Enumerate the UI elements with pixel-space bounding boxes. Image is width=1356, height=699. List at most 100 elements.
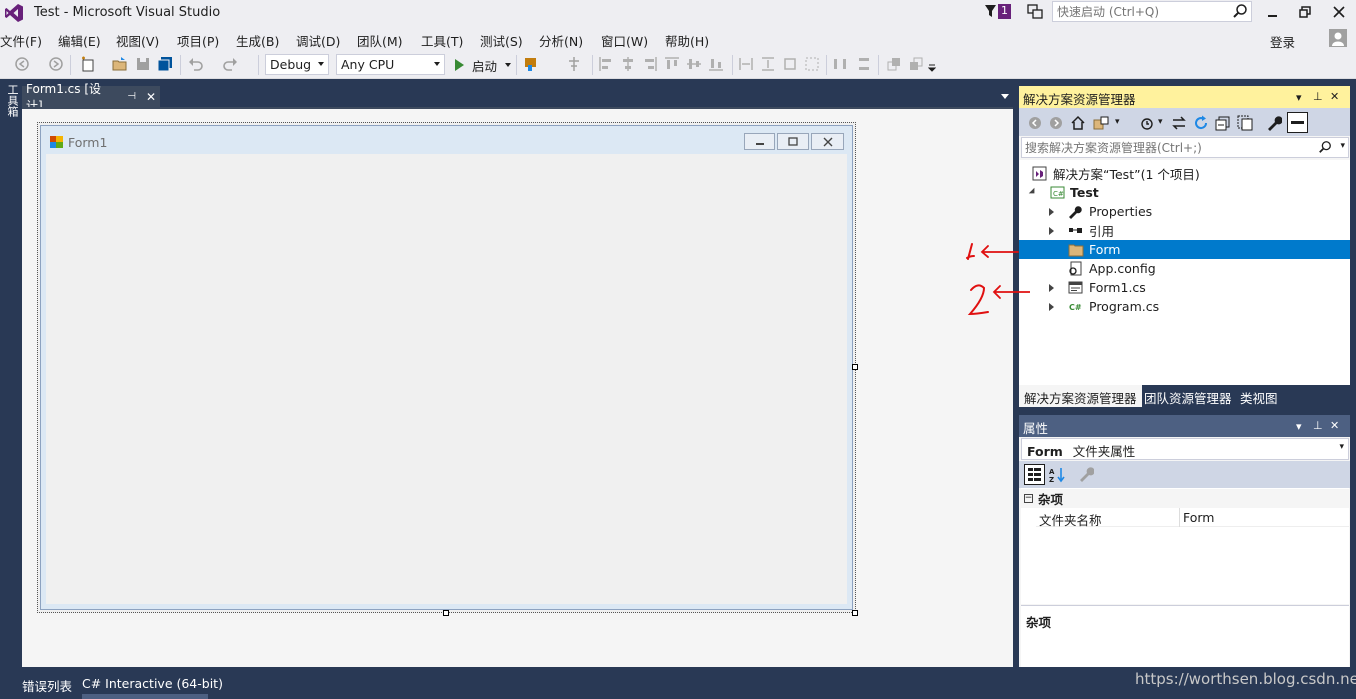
tree-item-app-config[interactable]: App.config <box>1019 259 1350 278</box>
alphabetical-sort-icon[interactable]: AZ <box>1048 466 1066 484</box>
menu-debug[interactable]: 调试(D) <box>296 31 340 50</box>
new-project-icon[interactable] <box>80 56 96 72</box>
toolbar-overflow-icon[interactable] <box>928 64 936 72</box>
collapsed-arrow-icon[interactable] <box>1049 284 1054 292</box>
menu-edit[interactable]: 编辑(E) <box>58 31 101 50</box>
menu-analyze[interactable]: 分析(N) <box>539 31 583 50</box>
forward-icon[interactable] <box>1048 115 1064 131</box>
chevron-down-icon[interactable]: ▾ <box>1115 117 1120 127</box>
preview-selected-items-button[interactable] <box>1287 112 1308 133</box>
solution-search-input[interactable] <box>1022 138 1322 157</box>
back-icon[interactable] <box>1027 115 1043 131</box>
align-lefts-icon[interactable] <box>598 56 614 72</box>
size-to-grid-icon[interactable] <box>804 56 820 72</box>
document-list-chevron-icon[interactable] <box>1001 94 1009 99</box>
pin-icon[interactable]: ⊥ <box>1313 419 1323 432</box>
align-rights-icon[interactable] <box>642 56 658 72</box>
toolbox-tab[interactable]: 工具箱 <box>0 84 20 117</box>
document-tab-form1-designer[interactable]: Form1.cs [设计] ⊣ ✕ <box>22 82 160 113</box>
solution-platform-select[interactable]: Any CPU <box>336 54 445 75</box>
category-misc[interactable]: − 杂项 <box>1021 489 1349 508</box>
menu-file[interactable]: 文件(F) <box>0 31 42 50</box>
open-file-icon[interactable] <box>112 56 128 72</box>
make-same-size-icon[interactable] <box>782 56 798 72</box>
tab-csharp-interactive[interactable]: C# Interactive (64-bit) <box>82 674 223 693</box>
align-centers-icon[interactable] <box>620 56 636 72</box>
tab-class-view[interactable]: 类视图 <box>1235 385 1283 407</box>
save-icon[interactable] <box>135 56 151 72</box>
navigate-forward-icon[interactable] <box>48 56 64 72</box>
sync-with-document-icon[interactable] <box>1171 115 1187 131</box>
align-bottoms-icon[interactable] <box>708 56 724 72</box>
navigate-back-icon[interactable] <box>14 56 30 72</box>
tree-item-references[interactable]: 引用 <box>1019 221 1350 240</box>
align-tops-icon[interactable] <box>664 56 680 72</box>
collapse-icon[interactable]: − <box>1024 494 1033 503</box>
form-maximize-button[interactable] <box>777 133 809 150</box>
tab-error-list[interactable]: 错误列表 <box>22 674 72 697</box>
form-minimize-button[interactable] <box>744 133 775 150</box>
minimize-button[interactable] <box>1256 2 1290 22</box>
menu-test[interactable]: 测试(S) <box>480 31 523 50</box>
resize-handle-bottom[interactable] <box>443 610 449 616</box>
menu-build[interactable]: 生成(B) <box>236 31 279 50</box>
expanded-arrow-icon[interactable] <box>1028 187 1038 197</box>
align-middles-icon[interactable] <box>686 56 702 72</box>
object-selector[interactable]: Form 文件夹属性 ▾ <box>1021 438 1349 460</box>
sign-in-link[interactable]: 登录 <box>1270 32 1295 51</box>
panel-menu-chevron-icon[interactable]: ▾ <box>1296 420 1302 433</box>
tab-team-explorer[interactable]: 团队资源管理器 <box>1139 385 1237 407</box>
pin-icon[interactable]: ⊣ <box>127 91 136 102</box>
search-options-chevron-icon[interactable]: ▾ <box>1340 141 1345 151</box>
account-icon[interactable] <box>1329 29 1347 47</box>
make-same-width-icon[interactable] <box>738 56 754 72</box>
collapse-all-icon[interactable] <box>1215 115 1231 131</box>
collapsed-arrow-icon[interactable] <box>1049 227 1054 235</box>
menu-team[interactable]: 团队(M) <box>357 31 403 50</box>
resize-handle-corner[interactable] <box>852 610 858 616</box>
quick-launch-box[interactable] <box>1052 1 1252 22</box>
close-panel-icon[interactable]: ✕ <box>1330 419 1339 432</box>
tree-item-form-folder[interactable]: Form <box>1019 240 1350 259</box>
align-icon[interactable] <box>566 56 582 72</box>
browser-link-icon[interactable] <box>524 56 540 72</box>
tab-solution-explorer[interactable]: 解决方案资源管理器 <box>1019 385 1142 407</box>
tree-item-project-test[interactable]: C# Test <box>1019 183 1350 202</box>
show-all-files-icon[interactable] <box>1237 115 1253 131</box>
pin-icon[interactable]: ⊥ <box>1313 90 1323 103</box>
tree-item-properties[interactable]: Properties <box>1019 202 1350 221</box>
solution-configuration-select[interactable]: Debug <box>265 54 329 75</box>
start-debugging-button[interactable]: 启动 <box>452 55 512 75</box>
chevron-down-icon[interactable]: ▾ <box>1158 117 1163 127</box>
menu-tools[interactable]: 工具(T) <box>421 31 463 50</box>
bring-to-front-icon[interactable] <box>886 56 902 72</box>
send-to-back-icon[interactable] <box>908 56 924 72</box>
menu-window[interactable]: 窗口(W) <box>601 31 648 50</box>
notifications-button[interactable]: 1 <box>984 3 1014 21</box>
properties-wrench-icon[interactable] <box>1266 115 1282 131</box>
property-value[interactable]: Form <box>1183 510 1215 525</box>
undo-icon[interactable] <box>188 56 204 72</box>
horizontal-spacing-icon[interactable] <box>832 56 848 72</box>
home-icon[interactable] <box>1070 115 1086 131</box>
close-panel-icon[interactable]: ✕ <box>1330 90 1339 103</box>
refresh-icon[interactable] <box>1193 115 1209 131</box>
solution-explorer-search[interactable]: ▾ <box>1021 137 1349 158</box>
tree-item-program-cs[interactable]: C# Program.cs <box>1019 297 1350 316</box>
panel-menu-chevron-icon[interactable]: ▾ <box>1296 91 1302 104</box>
collapsed-arrow-icon[interactable] <box>1049 303 1054 311</box>
save-all-icon[interactable] <box>157 56 173 72</box>
close-window-button[interactable] <box>1322 2 1356 22</box>
make-same-height-icon[interactable] <box>760 56 776 72</box>
quick-launch-input[interactable] <box>1053 2 1229 21</box>
property-pages-wrench-icon[interactable] <box>1078 466 1094 482</box>
menu-project[interactable]: 项目(P) <box>177 31 219 50</box>
pending-changes-filter-icon[interactable] <box>1139 115 1155 131</box>
menu-view[interactable]: 视图(V) <box>116 31 159 50</box>
form-client-area[interactable] <box>46 154 847 604</box>
form-close-button[interactable] <box>811 133 844 150</box>
tree-item-solution[interactable]: 解决方案“Test”(1 个项目) <box>1019 164 1350 183</box>
feedback-icon[interactable] <box>1026 3 1044 21</box>
close-tab-icon[interactable]: ✕ <box>146 90 156 104</box>
redo-icon[interactable] <box>222 56 238 72</box>
